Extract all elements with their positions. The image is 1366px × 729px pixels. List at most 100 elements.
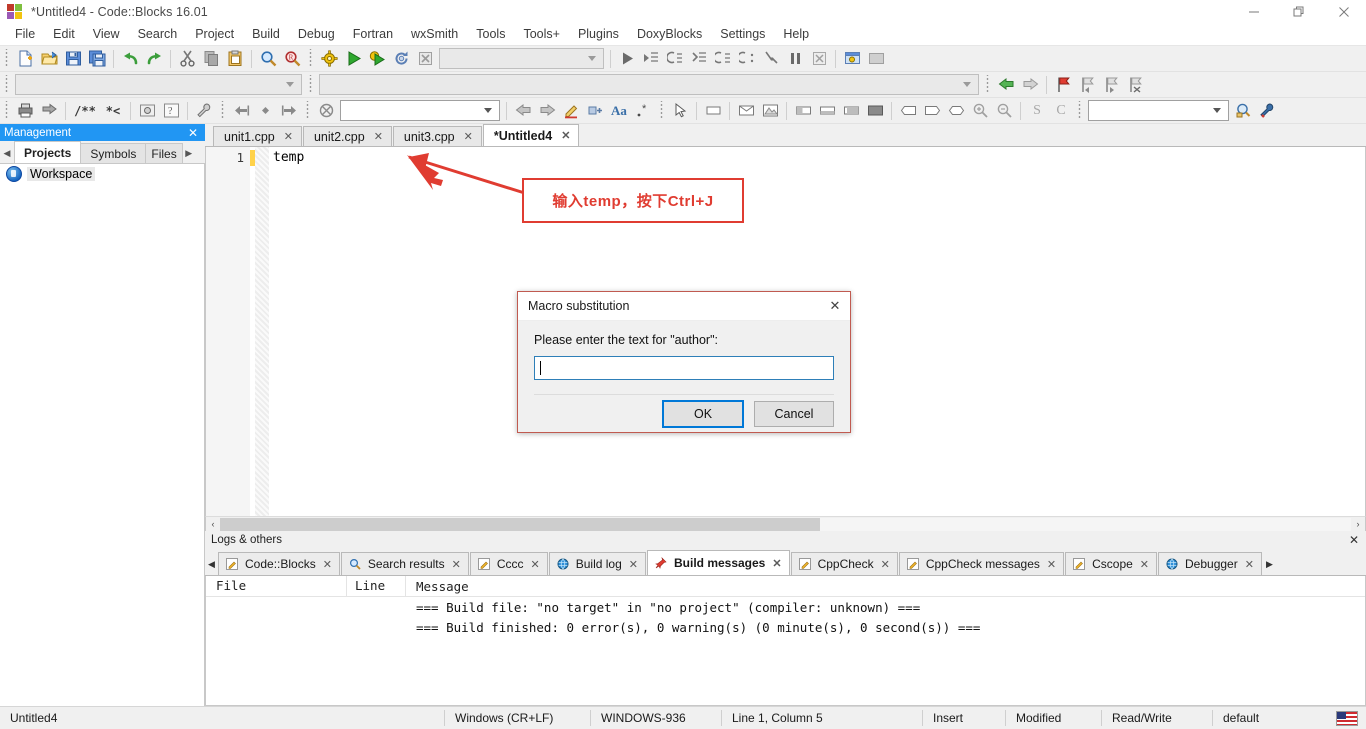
menu-help[interactable]: Help [774,25,818,44]
menu-settings[interactable]: Settings [711,25,774,44]
debugging-windows-icon[interactable] [841,48,863,69]
management-close-icon[interactable]: ✕ [185,126,201,140]
close-icon[interactable]: ✕ [561,129,570,142]
replace-icon[interactable]: R [281,48,303,69]
stop-debugger-icon[interactable] [808,48,830,69]
logs-tabs-prev-arrow[interactable]: ◀ [205,553,218,575]
us-flag-icon[interactable] [1336,710,1358,726]
run-icon[interactable] [342,48,364,69]
clear-bookmarks-icon[interactable] [1124,74,1146,95]
doxywizard-icon[interactable] [136,100,158,121]
previous-bookmark-icon[interactable] [1076,74,1098,95]
management-tabs-prev-arrow[interactable]: ◀ [0,143,14,163]
redo-icon[interactable] [143,48,165,69]
doxyblocks-help-icon[interactable]: ? [160,100,182,121]
rebuild-icon[interactable] [390,48,412,69]
wxsmith-icon[interactable] [315,100,337,121]
column-header-line[interactable]: Line [347,576,406,596]
log-tab-cccc[interactable]: Cccc ✕ [469,552,548,575]
table-row[interactable]: === Build file: "no target" in "no proje… [206,597,1365,617]
save-icon[interactable] [62,48,84,69]
menu-view[interactable]: View [84,25,129,44]
menu-plugins[interactable]: Plugins [569,25,628,44]
run-doxywizard-icon[interactable] [14,100,36,121]
step-out-icon[interactable] [712,48,734,69]
close-icon[interactable]: ✕ [629,558,638,571]
abort-icon[interactable] [414,48,436,69]
edit-icon[interactable] [560,100,582,121]
tab-files[interactable]: Files [145,143,183,163]
column-header-file[interactable]: File [206,576,347,596]
build-target-combo[interactable] [439,48,604,69]
symbol-combo[interactable] [319,74,979,95]
toolbar-grip[interactable] [307,49,315,68]
open-file-icon[interactable] [38,48,60,69]
break-debugger-icon[interactable] [784,48,806,69]
insert-icon[interactable] [584,100,606,121]
sizer-box-icon[interactable] [864,100,886,121]
dialog-close-icon[interactable]: ✕ [820,293,850,320]
build-and-run-icon[interactable] [366,48,388,69]
run-to-cursor-icon[interactable] [640,48,662,69]
logs-close-icon[interactable]: ✕ [1346,533,1362,547]
editor-tab-unit2[interactable]: unit2.cpp ✕ [302,126,392,146]
close-icon[interactable]: ✕ [452,558,461,571]
menu-doxyblocks[interactable]: DoxyBlocks [628,25,711,44]
close-icon[interactable]: ✕ [1245,558,1254,571]
menu-search[interactable]: Search [129,25,187,44]
wxsmith-combo[interactable] [340,100,500,121]
copy-icon[interactable] [200,48,222,69]
log-tab-cppcheck[interactable]: CppCheck ✕ [790,552,898,575]
font-icon[interactable]: Aa [608,100,630,121]
jump-home-icon[interactable] [254,100,276,121]
editor-tab-unit1[interactable]: unit1.cpp ✕ [213,126,302,146]
toolbar-grip[interactable] [3,75,11,94]
step-into-icon[interactable] [688,48,710,69]
build-messages-table[interactable]: File Line Message === Build file: "no ta… [205,576,1366,706]
zoom-in-icon[interactable] [969,100,991,121]
log-tab-codeblocks[interactable]: Code::Blocks ✕ [218,552,340,575]
editor-tab-unit3[interactable]: unit3.cpp ✕ [392,126,482,146]
pointer-icon[interactable] [669,100,691,121]
frame-icon[interactable] [759,100,781,121]
toolbar-grip[interactable] [219,101,227,120]
preferences-icon[interactable] [193,100,215,121]
toolbar-grip[interactable] [3,101,11,120]
project-tree[interactable]: Workspace [0,164,205,706]
sizer-h-icon[interactable] [792,100,814,121]
scroll-left-arrow[interactable]: ‹ [206,517,220,531]
sizer-grid-icon[interactable] [840,100,862,121]
menu-project[interactable]: Project [186,25,243,44]
menu-fortran[interactable]: Fortran [344,25,402,44]
close-button[interactable] [1321,0,1366,24]
stretch-icon[interactable] [921,100,943,121]
menu-edit[interactable]: Edit [44,25,84,44]
folding-margin[interactable] [255,147,269,516]
step-into-instruction-icon[interactable] [760,48,782,69]
spacer-icon[interactable] [897,100,919,121]
scroll-thumb[interactable] [220,517,820,531]
log-tab-build-messages[interactable]: Build messages ✕ [646,550,790,575]
log-tab-cppcheck-messages[interactable]: CppCheck messages ✕ [898,552,1065,575]
line-comment-icon[interactable]: *< [101,100,125,121]
minimize-button[interactable] [1231,0,1276,24]
menu-build[interactable]: Build [243,25,289,44]
block-comment-icon[interactable]: /** [71,100,99,121]
log-tab-debugger[interactable]: Debugger ✕ [1158,552,1262,575]
log-tab-build-log[interactable]: Build log ✕ [548,552,646,575]
build-icon[interactable] [318,48,340,69]
jump-forward-icon[interactable] [278,100,300,121]
toolbar-grip[interactable] [3,49,11,68]
menu-tools[interactable]: Tools [467,25,514,44]
editor-tab-untitled4[interactable]: *Untitled4 ✕ [482,124,580,146]
forward-icon[interactable] [1019,74,1041,95]
paste-icon[interactable] [224,48,246,69]
scroll-right-arrow[interactable]: › [1351,517,1365,531]
tree-item-workspace[interactable]: Workspace [0,164,204,184]
close-icon[interactable]: ✕ [1047,558,1056,571]
close-icon[interactable]: ✕ [464,130,473,143]
next-line-icon[interactable] [664,48,686,69]
author-text-input[interactable] [534,356,834,380]
undo-icon[interactable] [119,48,141,69]
toolbar-grip[interactable] [984,75,992,94]
